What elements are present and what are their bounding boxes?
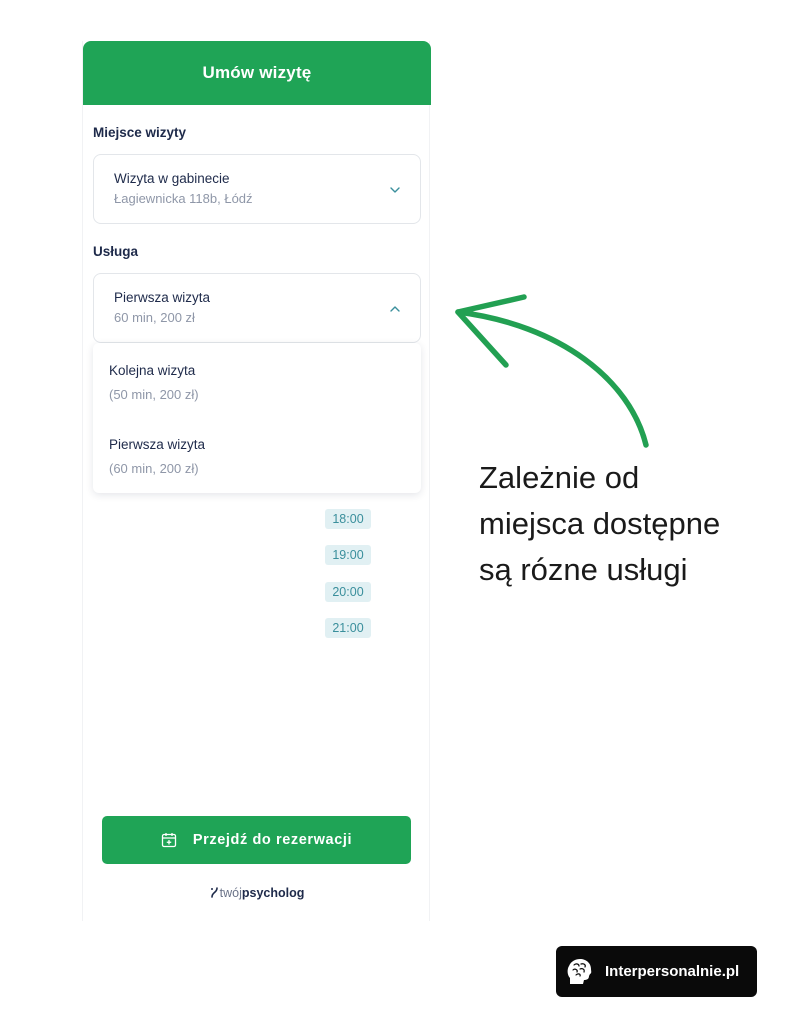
arrow-icon xyxy=(455,294,649,448)
service-dropdown: Kolejna wizyta (50 min, 200 zł) Pierwsza… xyxy=(93,343,421,493)
book-button-label: Przejdź do rezerwacji xyxy=(192,832,353,848)
brand-name-bold: psycholog xyxy=(241,886,305,900)
option-title: Kolejna wizyta xyxy=(109,363,196,378)
widget-title: Umów wizytę xyxy=(202,63,312,82)
service-option-kolejna[interactable]: Kolejna wizyta (50 min, 200 zł) xyxy=(109,363,199,402)
booking-widget: Umów wizytę Miejsce wizyty Wizyta w gabi… xyxy=(82,41,431,921)
badge-label: Interpersonalnie.pl xyxy=(605,963,740,980)
time-slot[interactable]: 19:00 xyxy=(325,545,371,565)
time-slot[interactable]: 20:00 xyxy=(325,582,371,602)
location-select[interactable]: Wizyta w gabinecie Łagiewnicka 118b, Łód… xyxy=(93,154,421,224)
annotation-line: są rózne usługi xyxy=(479,552,688,587)
brain-icon xyxy=(567,958,592,984)
time-slot[interactable]: 18:00 xyxy=(325,509,371,529)
annotation-text: Zależnie od miejsca dostępne są rózne us… xyxy=(479,455,769,593)
brand-mark-icon xyxy=(210,887,218,898)
chevron-down-icon xyxy=(390,187,400,193)
service-selected-details: 60 min, 200 zł xyxy=(114,310,195,325)
location-selected-address: Łagiewnicka 118b, Łódź xyxy=(114,191,253,206)
brand-name-light: twój xyxy=(219,886,242,900)
chevron-up-icon xyxy=(390,306,400,312)
service-label: Usługa xyxy=(93,244,139,259)
option-details: (60 min, 200 zł) xyxy=(109,461,199,476)
location-label: Miejsce wizyty xyxy=(93,125,187,140)
service-select[interactable]: Pierwsza wizyta 60 min, 200 zł xyxy=(93,273,421,343)
source-badge: Interpersonalnie.pl xyxy=(556,946,757,997)
time-slot[interactable]: 21:00 xyxy=(325,618,371,638)
annotation-line: miejsca dostępne xyxy=(479,506,721,541)
book-appointment-button[interactable]: Przejdź do rezerwacji xyxy=(102,816,411,864)
service-option-pierwsza[interactable]: Pierwsza wizyta (60 min, 200 zł) xyxy=(109,437,205,476)
option-title: Pierwsza wizyta xyxy=(109,437,206,452)
brand-logo: twójpsycholog xyxy=(83,886,431,900)
annotation-line: Zależnie od xyxy=(479,460,640,495)
location-selected-title: Wizyta w gabinecie xyxy=(114,171,230,186)
option-details: (50 min, 200 zł) xyxy=(109,387,199,402)
service-selected-title: Pierwsza wizyta xyxy=(114,290,211,305)
calendar-plus-icon xyxy=(161,833,177,848)
widget-header: Umów wizytę xyxy=(83,41,431,105)
